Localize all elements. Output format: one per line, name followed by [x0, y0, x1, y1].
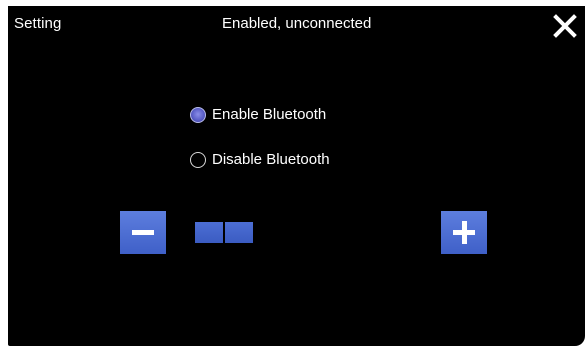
close-icon	[553, 14, 577, 38]
level-indicator	[195, 222, 253, 243]
plus-icon	[462, 221, 467, 244]
enable-bluetooth-option[interactable]: Enable Bluetooth	[190, 106, 326, 123]
enable-bluetooth-label: Enable Bluetooth	[212, 106, 327, 123]
disable-bluetooth-label: Disable Bluetooth	[212, 151, 330, 168]
close-button[interactable]	[552, 13, 578, 39]
status-text: Enabled, unconnected	[222, 15, 372, 32]
radio-selected-icon[interactable]	[190, 106, 206, 123]
radio-unselected-icon[interactable]	[190, 151, 206, 168]
decrease-button[interactable]	[120, 211, 166, 254]
level-segment	[195, 222, 223, 243]
disable-bluetooth-option[interactable]: Disable Bluetooth	[190, 151, 330, 168]
screen: Setting Enabled, unconnected Enable Blue…	[8, 6, 585, 346]
increase-button[interactable]	[441, 211, 487, 254]
page-title: Setting	[14, 15, 62, 32]
minus-icon	[132, 230, 154, 235]
level-segment	[225, 222, 253, 243]
